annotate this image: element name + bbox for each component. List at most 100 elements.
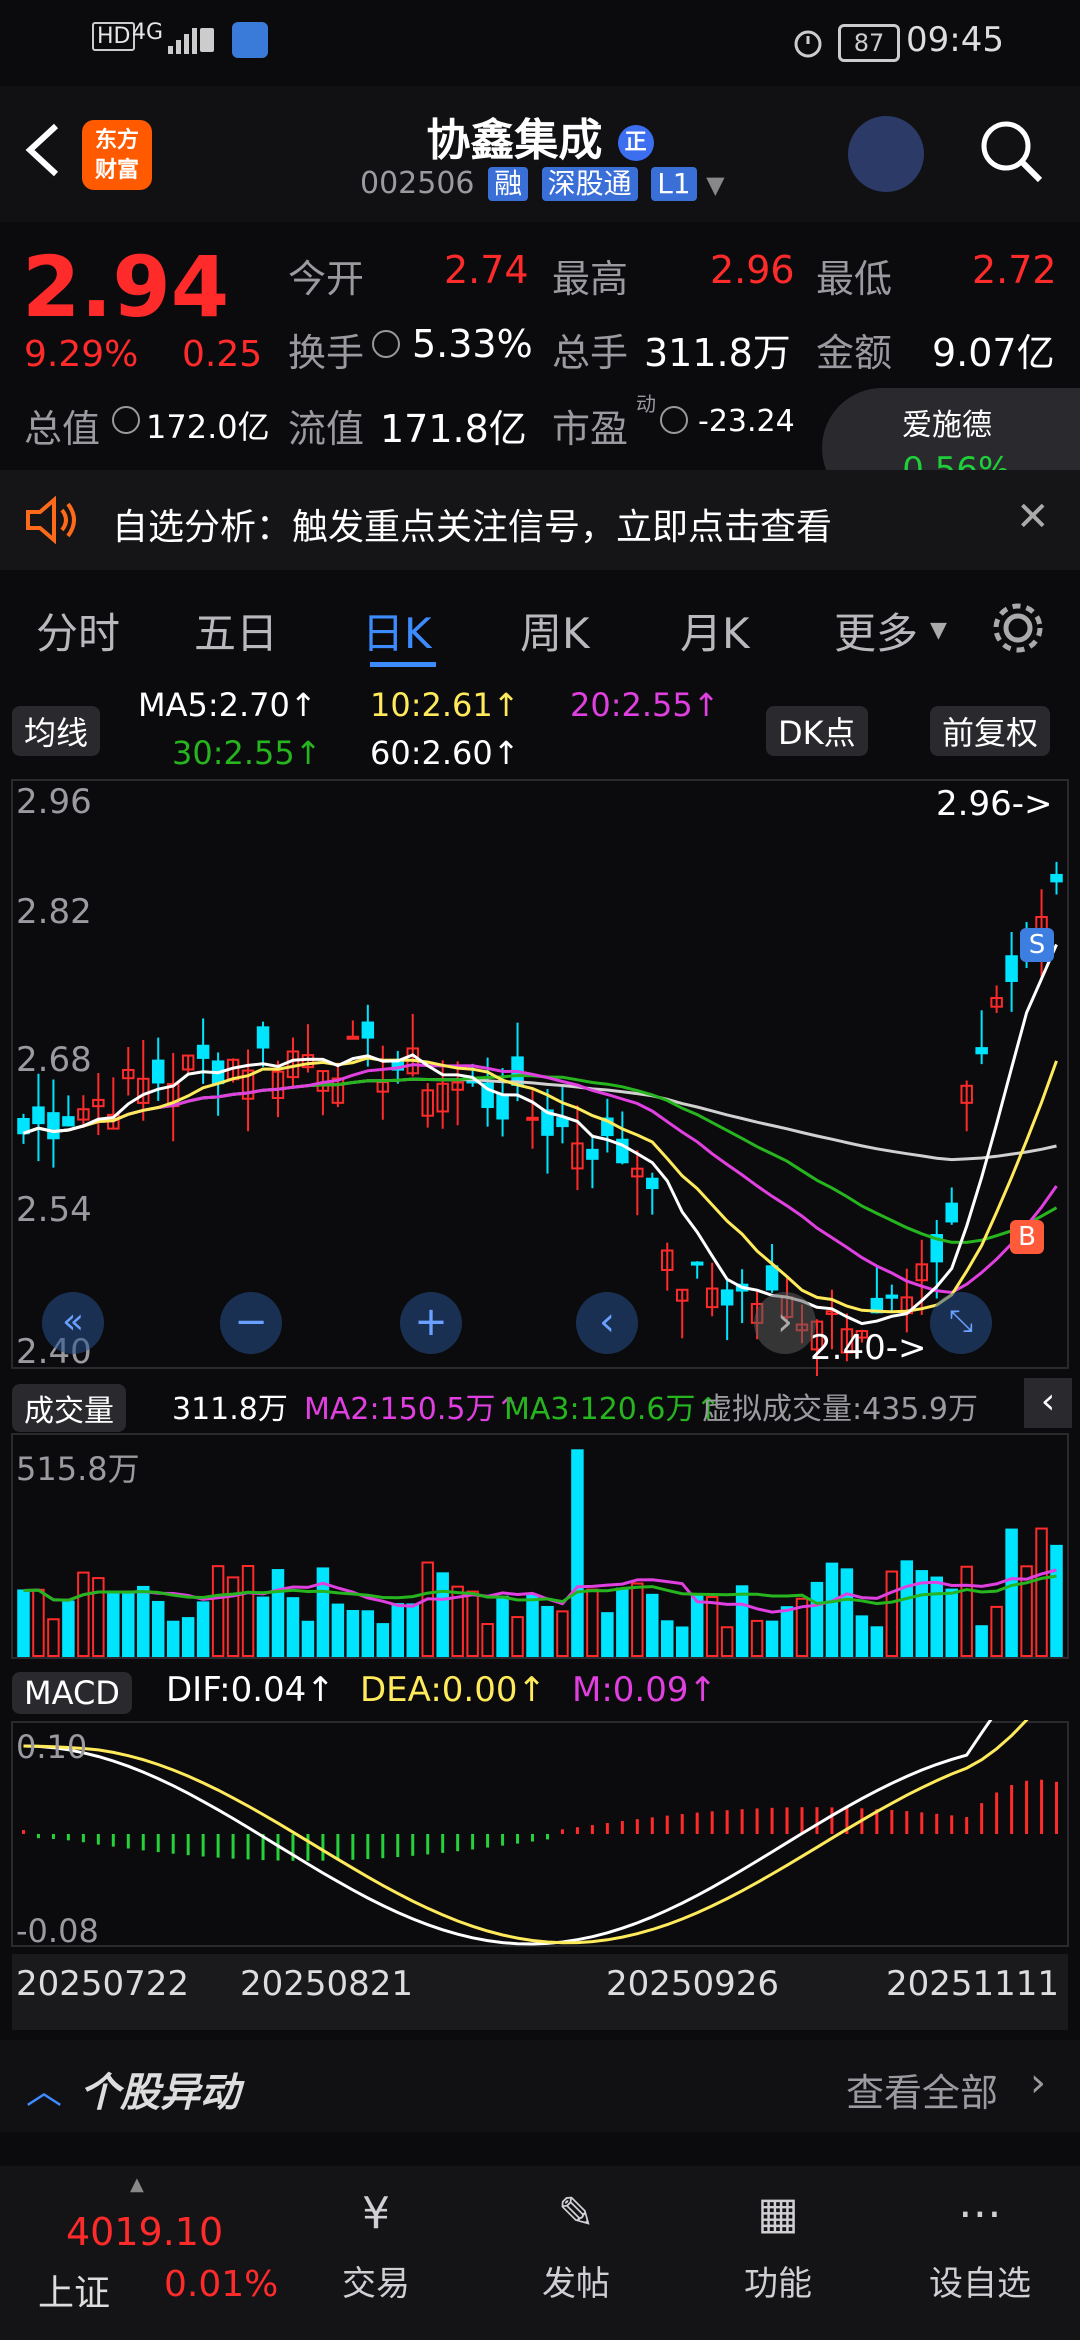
volume-selector-label: 成交量 [12, 1384, 126, 1432]
tag-margin: 融 [488, 167, 529, 201]
change-percent: 9.29% [24, 334, 139, 375]
buy-signal-icon[interactable]: B [1010, 1220, 1044, 1254]
close-icon[interactable]: ✕ [1016, 494, 1050, 540]
tab-monthly-k[interactable]: 月K [680, 600, 750, 661]
candle-body [1005, 955, 1018, 982]
info-icon[interactable] [372, 330, 400, 358]
adjust-button[interactable]: 前复权 [930, 706, 1051, 756]
status-time: 09:45 [906, 20, 1004, 60]
volume-bar [62, 1600, 75, 1657]
candle-body [47, 1112, 60, 1140]
macd-dif: DIF:0.04↑ [166, 1670, 335, 1710]
volume-bar [825, 1562, 839, 1657]
info-icon[interactable] [112, 406, 140, 434]
volume-bar [900, 1560, 914, 1657]
macd-axis-top: 0.10 [16, 1728, 88, 1766]
battery-icon: 87 [838, 24, 900, 62]
tab-five-day[interactable]: 五日 [194, 600, 278, 661]
high-value: 2.96 [710, 248, 795, 292]
info-icon[interactable] [660, 406, 688, 434]
volume-bar [466, 1590, 479, 1657]
candle-body [32, 1106, 45, 1125]
volume-bar [631, 1582, 644, 1657]
dk-point-label: DK点 [766, 706, 868, 756]
volume-bar [271, 1569, 285, 1657]
volume-bar [376, 1623, 390, 1657]
volume-bar [137, 1585, 150, 1657]
mcap-label: 总值 [24, 407, 101, 451]
stock-subline: 002506 融 深股通 L1 ▼ [360, 166, 725, 201]
analysis-banner[interactable]: 自选分析：触发重点关注信号，立即点击查看 ✕ [0, 470, 1080, 570]
robot-avatar-icon[interactable] [848, 116, 924, 192]
hd-badge: HD [92, 22, 136, 51]
gear-icon[interactable] [990, 600, 1046, 660]
nav-add-watchlist-label: 设自选 [929, 2264, 1031, 2304]
nav-functions[interactable]: ▦ 功能 [708, 2166, 848, 2305]
last-price: 2.94 [22, 238, 230, 336]
volume-bar [616, 1587, 629, 1658]
volume-bar [511, 1616, 524, 1658]
volume-ma2: MA2:150.5万↑ [304, 1392, 521, 1427]
abnormal-movement-section[interactable]: ︿ 个股异动 查看全部 › [0, 2040, 1080, 2132]
tab-more[interactable]: 更多 [834, 600, 918, 661]
volume-bar [855, 1615, 869, 1658]
low-value: 2.72 [972, 248, 1057, 292]
chevron-down-icon[interactable]: ▼ [706, 171, 724, 199]
volume-bar [1035, 1527, 1048, 1657]
candle-body [526, 1116, 539, 1121]
candle-body [556, 1117, 569, 1128]
speaker-icon [24, 495, 78, 548]
kline-chart[interactable] [0, 776, 1080, 1376]
high-label: 最高 [552, 257, 629, 301]
chevron-up-icon: ▲ [130, 2174, 144, 2195]
index-ticker[interactable]: ▲ 4019.10 上证 0.01% [0, 2166, 278, 2340]
macd-chart[interactable] [0, 1720, 1080, 1950]
volume-bar [286, 1597, 300, 1658]
search-icon[interactable] [976, 116, 1046, 190]
volume-bar [541, 1605, 554, 1658]
tab-daily-k[interactable]: 日K [362, 600, 432, 661]
scroll-left-icon[interactable]: ‹ [576, 1292, 638, 1354]
zoom-far-left-icon[interactable]: « [42, 1292, 104, 1354]
zoom-in-icon[interactable]: + [400, 1292, 462, 1354]
dk-point-button[interactable]: DK点 [766, 706, 868, 756]
tab-weekly-k[interactable]: 周K [520, 600, 590, 661]
amount-label: 金额 [816, 331, 893, 375]
volume-bar [735, 1585, 749, 1657]
ma-selector[interactable]: 均线 [12, 706, 101, 756]
volume-bar [391, 1603, 405, 1657]
nav-trade[interactable]: ¥ 交易 [306, 2166, 446, 2305]
float-value: 171.8亿 [380, 407, 527, 451]
price-axis-3: 2.68 [16, 1040, 92, 1080]
volume-bar [765, 1620, 779, 1657]
price-axis-2: 2.82 [16, 892, 92, 932]
period-tabs: 分时 五日 日K 周K 月K 更多 ▼ [0, 578, 1080, 678]
macd-selector-label: MACD [12, 1672, 132, 1714]
sell-signal-icon[interactable]: S [1020, 928, 1054, 962]
nav-functions-label: 功能 [744, 2264, 812, 2304]
view-all-link[interactable]: 查看全部 [846, 2062, 998, 2117]
macd-selector[interactable]: MACD [12, 1672, 132, 1714]
nav-add-watchlist[interactable]: ⋯ 设自选 [910, 2166, 1050, 2305]
volume-bar [211, 1565, 225, 1657]
volume-bar [92, 1577, 105, 1657]
volume-selector[interactable]: 成交量 [12, 1384, 126, 1432]
tab-intraday[interactable]: 分时 [36, 600, 120, 661]
collapse-panel-icon[interactable]: ‹ [1024, 1378, 1072, 1428]
volume-bar [810, 1581, 824, 1657]
volume-bar [436, 1572, 449, 1657]
volume-bar [646, 1593, 659, 1657]
volume-bar [122, 1591, 135, 1657]
volume-bar [705, 1596, 719, 1657]
candle-body [646, 1177, 659, 1190]
nav-post[interactable]: ✎ 发帖 [506, 2166, 646, 2305]
scroll-right-icon[interactable]: › [754, 1292, 816, 1354]
volume-ma3: MA3:120.6万↑ [504, 1392, 721, 1427]
volume-chart[interactable] [0, 1432, 1080, 1662]
zoom-out-icon[interactable]: − [220, 1292, 282, 1354]
fullscreen-icon[interactable]: ⤡ [930, 1292, 992, 1354]
macd-m: M:0.09↑ [572, 1670, 717, 1710]
volume-bar [720, 1626, 734, 1657]
banner-text: 自选分析：触发重点关注信号，立即点击查看 [112, 507, 833, 548]
tag-connect: 深股通 [541, 167, 638, 201]
